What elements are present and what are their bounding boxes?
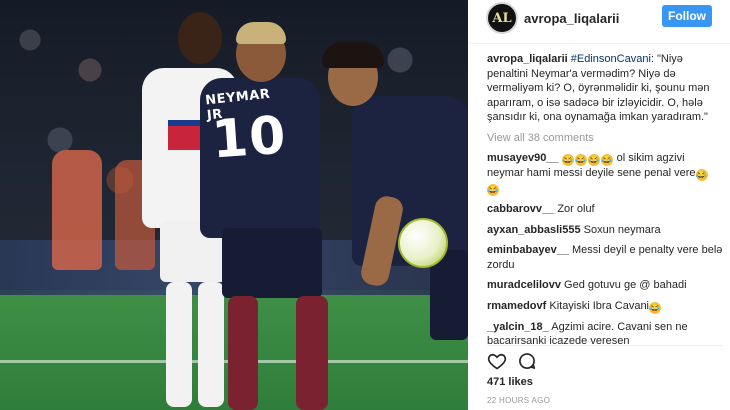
comment-text: Soxun neymara [580, 223, 661, 236]
comment-username[interactable]: eminbabayev__ [487, 244, 569, 256]
comment-username[interactable]: ayxan_abbasli555 [487, 224, 581, 236]
comments-list: avropa_liqalarii #EdinsonCavani: "Niyə p… [487, 52, 723, 355]
view-all-comments-link[interactable]: View all 38 comments [487, 131, 723, 146]
likes-count[interactable]: 471 likes [487, 376, 533, 388]
laughing-emoji-icon: 😂 [649, 301, 662, 314]
laughing-emoji-icon: 😂 [487, 184, 499, 196]
comment-username[interactable]: musayev90__ [487, 152, 559, 164]
comment-username[interactable]: rmamedovf [487, 300, 546, 312]
post-photo[interactable]: NEYMAR JR 10 [0, 0, 468, 410]
post-caption: avropa_liqalarii #EdinsonCavani: "Niyə p… [487, 52, 723, 125]
heart-icon[interactable] [487, 351, 507, 371]
avatar[interactable]: AL [486, 2, 518, 34]
caption-author[interactable]: avropa_liqalarii [487, 53, 568, 65]
list-item: muradcelilovv Ged gotuvu ge @ bahadi [487, 278, 723, 293]
comment-username[interactable]: cabbarovv__ [487, 203, 554, 215]
list-item: eminbabayev__ Messi deyil e penalty vere… [487, 243, 723, 272]
caption-hashtag[interactable]: #EdinsonCavani [571, 53, 651, 65]
post-header: AL avropa_liqalarii Follow [468, 0, 730, 44]
follow-button[interactable]: Follow [662, 5, 712, 27]
list-item: rmamedovf Kitayiski Ibra Cavani😂 [487, 299, 723, 314]
comment-icon[interactable] [517, 351, 537, 371]
list-item: musayev90__ 😂 😂 😂 😂 ol sikim agzivi neymar … [487, 151, 723, 196]
laughing-emoji-icon: 😂 [600, 154, 613, 166]
background-steward [52, 150, 102, 270]
post-actions [487, 345, 723, 371]
comment-text: Zor oluf [554, 203, 595, 215]
laughing-emoji-icon: 😂 [574, 154, 587, 166]
list-item: ayxan_abbasli555 Soxun neymara [487, 223, 723, 238]
comment-text: Kitayiski Ibra Cavani [546, 299, 650, 312]
list-item: cabbarovv__ Zor oluf [487, 202, 723, 217]
post-side-panel: AL avropa_liqalarii Follow avropa_liqala… [468, 0, 730, 410]
laughing-emoji-icon: 😂 [587, 154, 600, 166]
laughing-emoji-icon: 😂 [695, 169, 708, 181]
author-username[interactable]: avropa_liqalarii [524, 11, 619, 26]
post-timestamp: 22 HOURS AGO [487, 396, 551, 405]
comment-text: Ged gotuvu ge @ bahadi [560, 279, 687, 291]
jersey-number: 10 [209, 105, 289, 171]
comment-username[interactable]: _yalcin_18_ [487, 321, 549, 333]
laughing-emoji-icon: 😂 [561, 154, 574, 166]
comment-username[interactable]: muradcelilovv [487, 279, 561, 291]
football [398, 218, 448, 268]
